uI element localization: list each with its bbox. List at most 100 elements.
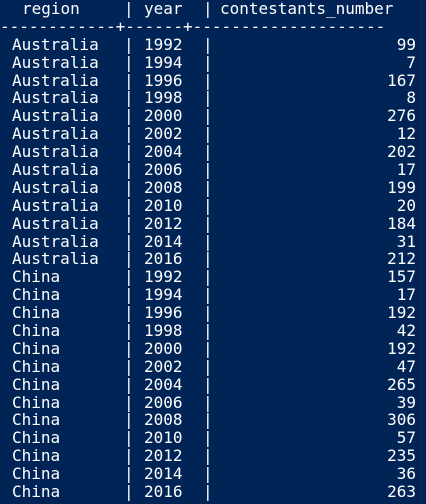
column-divider: | [124,52,134,72]
column-divider: | [124,70,134,90]
cell-year: 2006 [144,392,183,412]
column-divider: | [124,88,134,108]
table-row: Australia | 2006 | 17 [0,161,426,179]
table-row: China | 1992 | 157 [0,268,426,286]
table-row: China | 2006 | 39 [0,392,426,412]
cell-contestants-number: 31 [396,231,416,251]
column-divider: | [124,338,134,358]
cell-contestants-number: 17 [396,160,416,180]
cell-region: China [12,446,61,466]
cell-region: Australia [12,34,99,54]
cell-region: Australia [12,160,99,180]
column-divider: | [203,249,213,269]
table-row: Australia | 1994 | 7 [0,52,426,72]
column-divider: | [124,285,134,305]
column-divider: | [203,106,213,126]
cell-year: 1998 [144,88,183,108]
cell-region: Australia [12,213,99,233]
column-divider: | [203,464,213,484]
cell-year: 2014 [144,231,183,251]
table-row: Australia | 2014 | 31 [0,231,426,251]
cell-contestants-number: 8 [406,88,416,108]
column-divider: | [203,428,213,448]
cell-year: 2014 [144,464,183,484]
cell-contestants-number: 99 [396,34,416,54]
cell-contestants-number: 184 [387,213,416,233]
cell-contestants-number: 202 [387,142,416,162]
cell-year: 2008 [144,410,183,430]
column-divider: | [203,303,213,323]
header-year: year [144,0,183,18]
cell-year: 2008 [144,177,183,197]
cell-year: 1992 [144,34,183,54]
column-divider: | [124,0,134,18]
cell-year: 1998 [144,321,183,341]
table-row: Australia | 2012 | 184 [0,213,426,233]
column-divider: | [124,213,134,233]
cell-region: Australia [12,70,99,90]
cell-year: 2012 [144,446,183,466]
cell-contestants-number: 263 [387,482,416,502]
cell-year: 2004 [144,374,183,394]
cell-contestants-number: 276 [387,106,416,126]
cell-contestants-number: 192 [387,338,416,358]
cell-contestants-number: 17 [396,285,416,305]
cell-region: Australia [12,88,99,108]
column-divider: | [203,321,213,341]
column-divider: | [203,338,213,358]
cell-contestants-number: 212 [387,249,416,269]
cell-year: 2010 [144,195,183,215]
column-divider: | [124,231,134,251]
cell-region: China [12,356,61,376]
header-contestants-number: contestants_number [220,0,394,18]
table-row: Australia | 1996 | 167 [0,70,426,90]
cell-year: 2006 [144,160,183,180]
cell-year: 2012 [144,213,183,233]
cell-year: 2002 [144,356,183,376]
column-divider: | [203,160,213,180]
column-divider: | [203,482,213,502]
cell-contestants-number: 57 [396,428,416,448]
column-divider: | [124,321,134,341]
column-divider: | [203,356,213,376]
table-row: China | 2010 | 57 [0,429,426,447]
cell-year: 1996 [144,70,183,90]
cell-region: Australia [12,231,99,251]
separator-line: ------------+------+-------------------- [0,16,386,36]
column-divider: | [124,124,134,144]
table-row: China | 1994 | 17 [0,286,426,304]
table-row: Australia | 2004 | 202 [0,143,426,161]
column-divider: | [124,410,134,430]
table-row: China | 2014 | 36 [0,465,426,483]
cell-contestants-number: 7 [406,52,416,72]
cell-region: Australia [12,177,99,197]
column-divider: | [203,34,213,54]
column-divider: | [203,374,213,394]
column-divider: | [124,177,134,197]
column-divider: | [124,34,134,54]
cell-year: 1994 [144,285,183,305]
table-row: China | 2012 | 235 [0,447,426,465]
table-row: China | 1998 | 42 [0,322,426,340]
cell-year: 1994 [144,52,183,72]
column-divider: | [203,213,213,233]
column-divider: | [203,124,213,144]
table-row: China | 2004 | 265 [0,374,426,394]
column-divider: | [203,70,213,90]
table-row: China | 2002 | 47 [0,356,426,376]
cell-region: China [12,374,61,394]
column-divider: | [124,356,134,376]
cell-year: 2000 [144,338,183,358]
table-separator: ------------+------+-------------------- [0,16,426,36]
column-divider: | [124,267,134,287]
terminal-window[interactable]: region | year | contestants_number -----… [0,0,426,504]
column-divider: | [203,410,213,430]
cell-year: 1996 [144,303,183,323]
column-divider: | [124,195,134,215]
cell-region: Australia [12,142,99,162]
column-divider: | [124,446,134,466]
column-divider: | [203,446,213,466]
column-divider: | [124,142,134,162]
column-divider: | [203,285,213,305]
cell-region: China [12,338,61,358]
